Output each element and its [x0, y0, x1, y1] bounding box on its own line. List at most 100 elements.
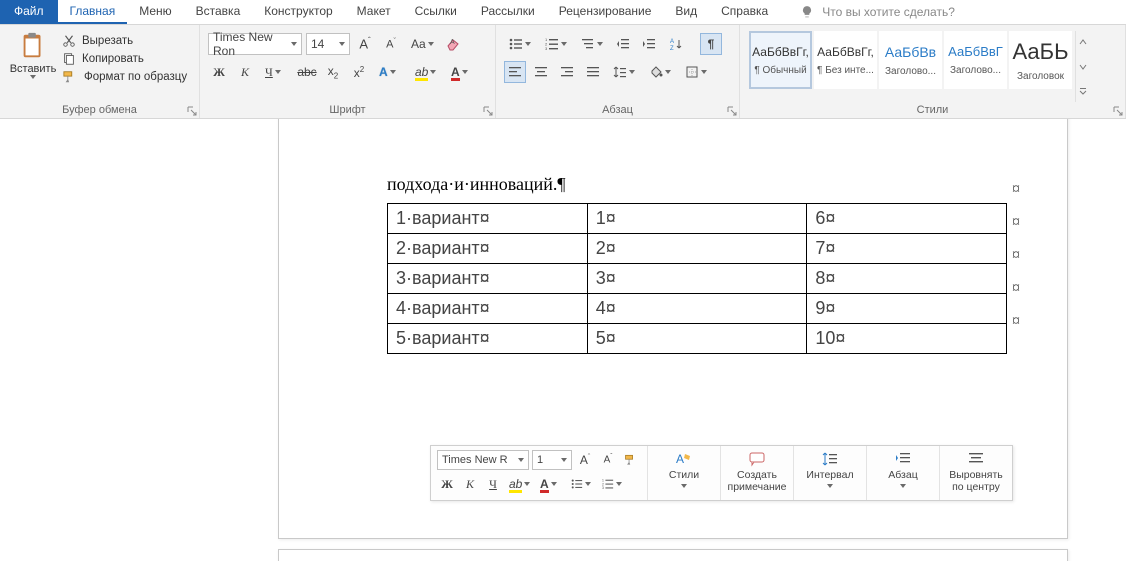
grow-font-button[interactable]: Aˆ — [354, 33, 376, 55]
mini-font-color-button[interactable]: A — [537, 474, 565, 494]
style-tile-0[interactable]: АаБбВвГг,¶ Обычный — [749, 31, 812, 89]
justify-button[interactable] — [582, 61, 604, 83]
table-row[interactable]: 1·вариант¤1¤6¤ — [388, 204, 1007, 234]
table-cell[interactable]: 1·вариант¤ — [388, 204, 588, 234]
text-effects-button[interactable]: A — [374, 61, 406, 83]
mini-underline-button[interactable]: Ч — [483, 474, 503, 494]
table-cell[interactable]: 3¤ — [587, 264, 807, 294]
tab-mailings[interactable]: Рассылки — [469, 0, 547, 24]
tab-view[interactable]: Вид — [663, 0, 709, 24]
mini-numbering-button[interactable]: 123 — [599, 474, 627, 494]
sort-icon: AZ — [669, 37, 683, 51]
change-case-button[interactable]: Aa — [406, 33, 438, 55]
tab-help[interactable]: Справка — [709, 0, 780, 24]
table-row[interactable]: 2·вариант¤2¤7¤ — [388, 234, 1007, 264]
tab-insert[interactable]: Вставка — [184, 0, 253, 24]
bullets-button[interactable] — [504, 33, 536, 55]
ribbon: Вставить Вырезать Копировать Формат по о… — [0, 25, 1126, 119]
table-cell[interactable]: 4·вариант¤ — [388, 294, 588, 324]
table-cell[interactable]: 5·вариант¤ — [388, 324, 588, 354]
style-tile-4[interactable]: АаБЬЗаголовок — [1009, 31, 1072, 89]
table-cell[interactable]: 9¤ — [807, 294, 1007, 324]
document-workspace[interactable]: подхода·и·инноваций.¶ 1·вариант¤1¤6¤2·ва… — [0, 119, 1126, 561]
tell-me-search[interactable]: Что вы хотите сделать? — [800, 0, 955, 24]
table-row[interactable]: 5·вариант¤5¤10¤ — [388, 324, 1007, 354]
table-cell[interactable]: 8¤ — [807, 264, 1007, 294]
styles-dialog-launcher[interactable] — [1113, 106, 1123, 116]
shrink-font-button[interactable]: Aˇ — [380, 33, 402, 55]
font-size-combo[interactable]: 14 — [306, 33, 350, 55]
bold-button[interactable]: Ж — [208, 61, 230, 83]
table-cell[interactable]: 10¤ — [807, 324, 1007, 354]
mini-align-center-button[interactable]: Выровнять по центру — [946, 450, 1006, 493]
style-tile-2[interactable]: АаБбВвЗаголово... — [879, 31, 942, 89]
clipboard-dialog-launcher[interactable] — [187, 106, 197, 116]
format-painter-button[interactable]: Формат по образцу — [60, 69, 189, 85]
tab-menu[interactable]: Меню — [127, 0, 183, 24]
paste-button[interactable]: Вставить — [8, 29, 60, 79]
table-cell[interactable]: 4¤ — [587, 294, 807, 324]
word-table[interactable]: 1·вариант¤1¤6¤2·вариант¤2¤7¤3·вариант¤3¤… — [387, 203, 1007, 354]
styles-scroll-up[interactable] — [1076, 35, 1090, 49]
italic-button[interactable]: К — [234, 61, 256, 83]
tab-review[interactable]: Рецензирование — [547, 0, 664, 24]
mini-styles-button[interactable]: A Стили — [654, 450, 714, 488]
styles-expand[interactable] — [1076, 84, 1090, 98]
subscript-button[interactable]: x2 — [322, 61, 344, 83]
tab-design[interactable]: Конструктор — [252, 0, 344, 24]
align-center-button[interactable] — [530, 61, 552, 83]
shading-button[interactable] — [644, 61, 676, 83]
styles-scroll-down[interactable] — [1076, 60, 1090, 74]
mini-grow-font-button[interactable]: Aˆ — [575, 450, 595, 470]
table-cell[interactable]: 5¤ — [587, 324, 807, 354]
mini-highlight-button[interactable]: ab — [506, 474, 534, 494]
mini-paragraph-button[interactable]: Абзац — [873, 450, 933, 488]
numbering-button[interactable]: 123 — [540, 33, 572, 55]
mini-bold-button[interactable]: Ж — [437, 474, 457, 494]
style-tile-3[interactable]: АаБбВвГЗаголово... — [944, 31, 1007, 89]
table-row[interactable]: 4·вариант¤4¤9¤ — [388, 294, 1007, 324]
table-cell[interactable]: 1¤ — [587, 204, 807, 234]
decrease-indent-button[interactable] — [612, 33, 634, 55]
tab-layout[interactable]: Макет — [345, 0, 403, 24]
mini-shrink-font-button[interactable]: Aˇ — [598, 450, 618, 470]
mini-spacing-button[interactable]: Интервал — [800, 450, 860, 488]
tab-references[interactable]: Ссылки — [403, 0, 469, 24]
style-sample: АаБбВвГг, — [817, 45, 874, 59]
mini-italic-button[interactable]: К — [460, 474, 480, 494]
body-paragraph[interactable]: подхода·и·инноваций.¶ — [387, 174, 1003, 195]
mini-bullets-button[interactable] — [568, 474, 596, 494]
mini-format-painter-button[interactable] — [621, 450, 641, 470]
table-cell[interactable]: 7¤ — [807, 234, 1007, 264]
show-marks-button[interactable]: ¶ — [700, 33, 722, 55]
clear-formatting-button[interactable]: A — [442, 33, 464, 55]
sort-button[interactable]: AZ — [664, 33, 696, 55]
strikethrough-button[interactable]: abc — [296, 61, 318, 83]
underline-button[interactable]: Ч — [260, 61, 292, 83]
table-cell[interactable]: 2·вариант¤ — [388, 234, 588, 264]
align-left-button[interactable] — [504, 61, 526, 83]
align-right-button[interactable] — [556, 61, 578, 83]
style-tile-1[interactable]: АаБбВвГг,¶ Без инте... — [814, 31, 877, 89]
table-cell[interactable]: 6¤ — [807, 204, 1007, 234]
line-spacing-button[interactable] — [608, 61, 640, 83]
copy-button[interactable]: Копировать — [60, 51, 189, 67]
font-name-combo[interactable]: Times New Ron — [208, 33, 302, 55]
mini-new-comment-button[interactable]: Создать примечание — [727, 450, 787, 493]
tab-home[interactable]: Главная — [58, 0, 128, 24]
highlight-color-button[interactable]: ab — [410, 61, 442, 83]
table-row[interactable]: 3·вариант¤3¤8¤ — [388, 264, 1007, 294]
multilevel-list-button[interactable] — [576, 33, 608, 55]
table-cell[interactable]: 3·вариант¤ — [388, 264, 588, 294]
mini-size-combo[interactable]: 1 — [532, 450, 572, 470]
cut-button[interactable]: Вырезать — [60, 33, 189, 49]
font-dialog-launcher[interactable] — [483, 106, 493, 116]
paragraph-dialog-launcher[interactable] — [727, 106, 737, 116]
superscript-button[interactable]: x2 — [348, 61, 370, 83]
increase-indent-button[interactable] — [638, 33, 660, 55]
mini-font-combo[interactable]: Times New R — [437, 450, 529, 470]
tab-file[interactable]: Файл — [0, 0, 58, 24]
font-color-button[interactable]: A — [446, 61, 478, 83]
table-cell[interactable]: 2¤ — [587, 234, 807, 264]
borders-button[interactable] — [680, 61, 712, 83]
